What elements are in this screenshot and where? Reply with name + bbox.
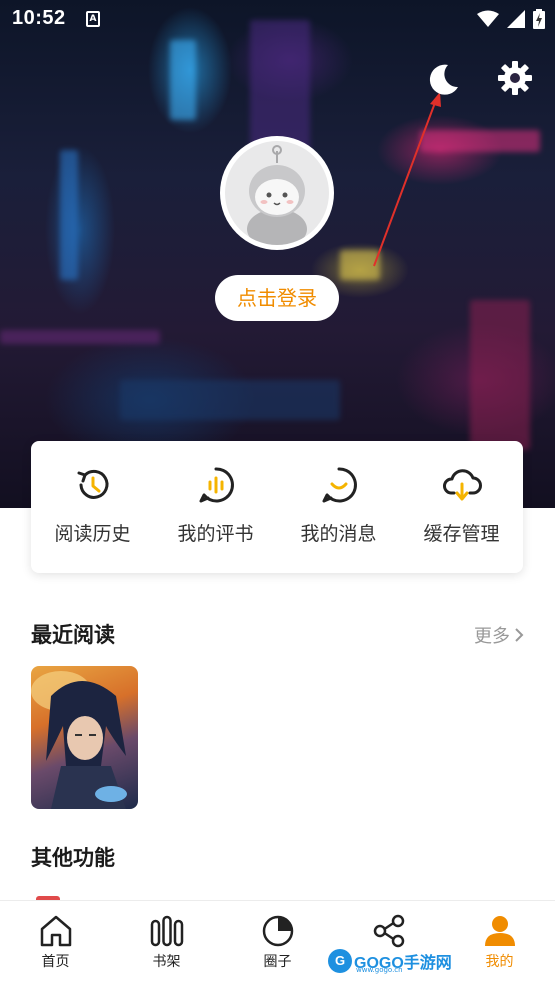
nav-label: 书架	[152, 954, 181, 970]
nav-item-bookshelf[interactable]: 书架	[111, 901, 222, 985]
settings-button[interactable]	[496, 59, 534, 97]
nav-label: 首页	[41, 954, 70, 970]
comment-bars-icon	[199, 467, 234, 503]
quick-action-reading-history[interactable]: 阅读历史	[38, 465, 148, 546]
bookshelf-icon	[150, 915, 183, 947]
more-label: 更多	[474, 626, 510, 647]
status-time: 10:52	[12, 7, 66, 29]
nav-item-mine[interactable]: 我的	[444, 901, 555, 985]
watermark-logo: G	[328, 949, 352, 973]
quick-action-cache-manager[interactable]: 缓存管理	[407, 465, 517, 546]
default-avatar-icon	[225, 141, 329, 245]
avatar[interactable]	[220, 136, 334, 250]
quick-action-label: 缓存管理	[423, 523, 500, 545]
quick-actions-card: 阅读历史 我的评书 我的消息 缓存管理	[31, 441, 523, 573]
notification-badge: A	[86, 11, 100, 27]
battery-charging-icon	[533, 9, 545, 29]
recent-reading-title: 最近阅读	[31, 622, 115, 647]
bottom-nav: 首页 书架 圈子 我的	[0, 900, 555, 985]
nav-item-circle[interactable]: 圈子	[222, 901, 333, 985]
home-icon	[40, 915, 71, 947]
circle-icon	[262, 915, 293, 947]
nav-label: 圈子	[263, 954, 292, 970]
cloud-download-icon	[442, 469, 482, 501]
moon-icon	[429, 64, 458, 95]
wifi-icon	[477, 10, 499, 27]
recent-book-cover[interactable]	[31, 666, 138, 809]
history-icon	[77, 469, 108, 499]
more-link[interactable]: 更多	[474, 622, 524, 648]
watermark-url: www.gogo.cn	[356, 966, 403, 974]
book-cover-art	[31, 671, 127, 809]
quick-action-label: 我的消息	[300, 523, 377, 545]
watermark: G GOGO手游网 www.gogo.cn	[328, 948, 452, 974]
other-functions-title: 其他功能	[31, 845, 115, 870]
night-mode-button[interactable]	[424, 61, 462, 99]
chevron-right-icon	[515, 628, 524, 642]
quick-action-my-reviews[interactable]: 我的评书	[161, 465, 271, 546]
login-button[interactable]: 点击登录	[215, 275, 339, 321]
nav-item-home[interactable]: 首页	[0, 901, 111, 985]
quick-action-my-messages[interactable]: 我的消息	[284, 465, 394, 546]
profile-header: 10:52 A 点击登录	[0, 0, 555, 508]
message-icon	[322, 467, 357, 503]
nav-label: 我的	[485, 954, 514, 970]
signal-icon	[507, 10, 525, 28]
share-icon	[373, 914, 404, 948]
user-icon	[484, 916, 515, 946]
status-bar: 10:52 A	[0, 0, 555, 38]
quick-action-label: 我的评书	[177, 523, 254, 545]
gear-icon	[498, 61, 532, 95]
quick-action-label: 阅读历史	[54, 523, 131, 545]
